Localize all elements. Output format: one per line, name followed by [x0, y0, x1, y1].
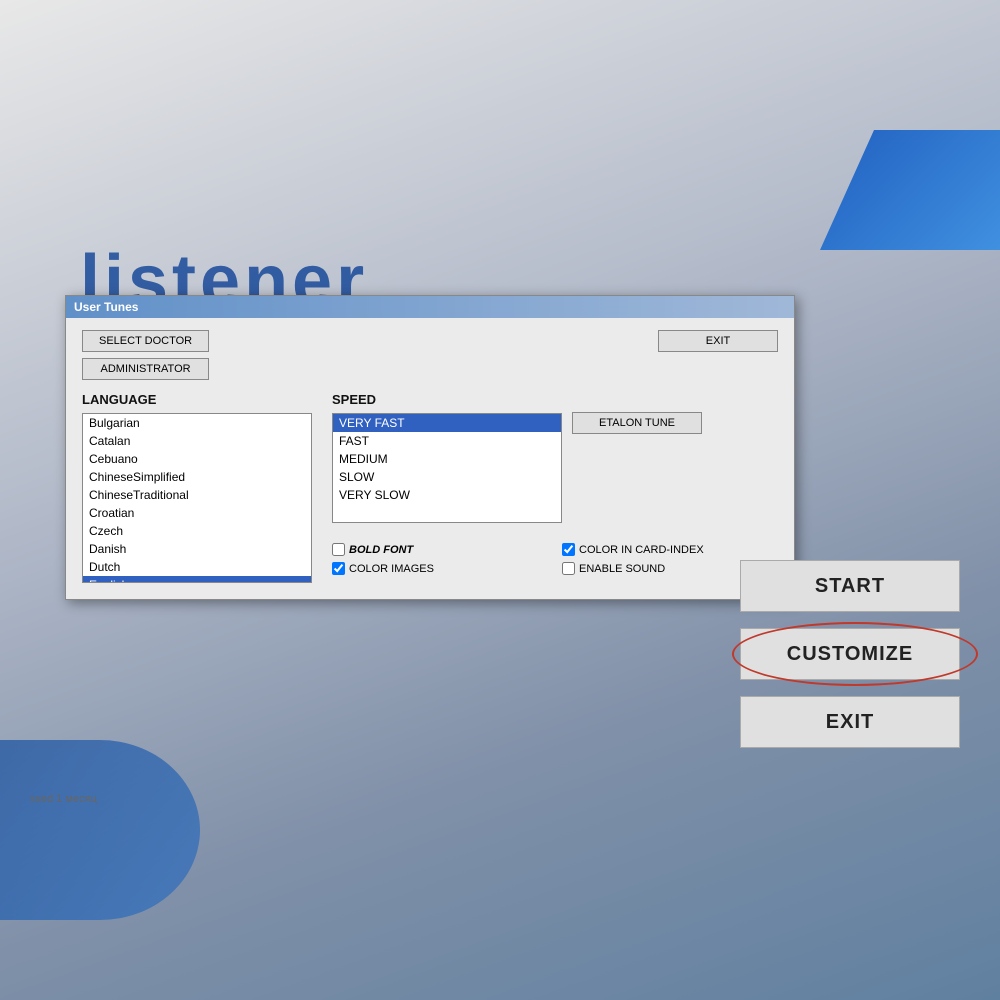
- color-images-label: COLOR IMAGES: [349, 563, 434, 575]
- start-button[interactable]: START: [740, 560, 960, 612]
- dialog-body: SELECT DOCTOR ADMINISTRATOR EXIT LANGUAG…: [66, 318, 794, 599]
- speed-list[interactable]: VERY FAST FAST MEDIUM SLOW VERY SLOW: [332, 413, 562, 523]
- list-item[interactable]: Catalan: [83, 432, 311, 450]
- color-in-card-index-checkbox[interactable]: COLOR IN CARD-INDEX: [562, 543, 762, 556]
- enable-sound-input[interactable]: [562, 562, 575, 575]
- list-item[interactable]: ChineseTraditional: [83, 486, 311, 504]
- speed-item[interactable]: MEDIUM: [333, 450, 561, 468]
- etalon-tune-button[interactable]: ETALON TUNE: [572, 412, 702, 434]
- status-text: ssed 1 месяц: [30, 793, 97, 805]
- bold-font-input[interactable]: [332, 543, 345, 556]
- speed-label: SPEED: [332, 392, 562, 407]
- list-item[interactable]: Croatian: [83, 504, 311, 522]
- select-doctor-button[interactable]: SELECT DOCTOR: [82, 330, 209, 352]
- dialog-titlebar: User Tunes: [66, 296, 794, 318]
- checkboxes-area: BOLD FONT COLOR IN CARD-INDEX COLOR IMAG…: [332, 543, 778, 575]
- color-images-checkbox[interactable]: COLOR IMAGES: [332, 562, 532, 575]
- exit-button[interactable]: EXIT: [740, 696, 960, 748]
- list-item[interactable]: Bulgarian: [83, 414, 311, 432]
- bold-font-checkbox[interactable]: BOLD FONT: [332, 543, 532, 556]
- list-item[interactable]: Cebuano: [83, 450, 311, 468]
- color-images-input[interactable]: [332, 562, 345, 575]
- right-section: SPEED VERY FAST FAST MEDIUM SLOW VERY SL…: [332, 392, 778, 583]
- color-in-card-index-label: COLOR IN CARD-INDEX: [579, 544, 704, 556]
- customize-button-wrapper: CUSTOMIZE: [740, 628, 970, 680]
- speed-item[interactable]: VERY SLOW: [333, 486, 561, 504]
- customize-button[interactable]: CUSTOMIZE: [740, 628, 960, 680]
- exit-top-button[interactable]: EXIT: [658, 330, 778, 352]
- bold-font-label: BOLD FONT: [349, 544, 413, 556]
- right-buttons-panel: START CUSTOMIZE EXIT: [740, 560, 970, 748]
- language-section: LANGUAGE Bulgarian Catalan Cebuano Chine…: [82, 392, 312, 583]
- blue-decoration-bottom: [0, 740, 200, 920]
- list-item[interactable]: Dutch: [83, 558, 311, 576]
- speed-section: SPEED VERY FAST FAST MEDIUM SLOW VERY SL…: [332, 392, 562, 523]
- color-in-card-index-input[interactable]: [562, 543, 575, 556]
- enable-sound-label: ENABLE SOUND: [579, 563, 665, 575]
- language-label: LANGUAGE: [82, 392, 312, 407]
- user-tunes-dialog: User Tunes SELECT DOCTOR ADMINISTRATOR E…: [65, 295, 795, 600]
- speed-item-selected[interactable]: VERY FAST: [333, 414, 561, 432]
- speed-item[interactable]: SLOW: [333, 468, 561, 486]
- dialog-top-buttons: SELECT DOCTOR ADMINISTRATOR EXIT: [82, 330, 778, 380]
- language-list[interactable]: Bulgarian Catalan Cebuano ChineseSimplif…: [82, 413, 312, 583]
- administrator-button[interactable]: ADMINISTRATOR: [82, 358, 209, 380]
- enable-sound-checkbox[interactable]: ENABLE SOUND: [562, 562, 762, 575]
- dialog-main: LANGUAGE Bulgarian Catalan Cebuano Chine…: [82, 392, 778, 583]
- list-item-selected[interactable]: English: [83, 576, 311, 583]
- list-item[interactable]: Czech: [83, 522, 311, 540]
- checkbox-row-2: COLOR IMAGES ENABLE SOUND: [332, 562, 778, 575]
- speed-item[interactable]: FAST: [333, 432, 561, 450]
- list-item[interactable]: ChineseSimplified: [83, 468, 311, 486]
- list-item[interactable]: Danish: [83, 540, 311, 558]
- checkbox-row-1: BOLD FONT COLOR IN CARD-INDEX: [332, 543, 778, 556]
